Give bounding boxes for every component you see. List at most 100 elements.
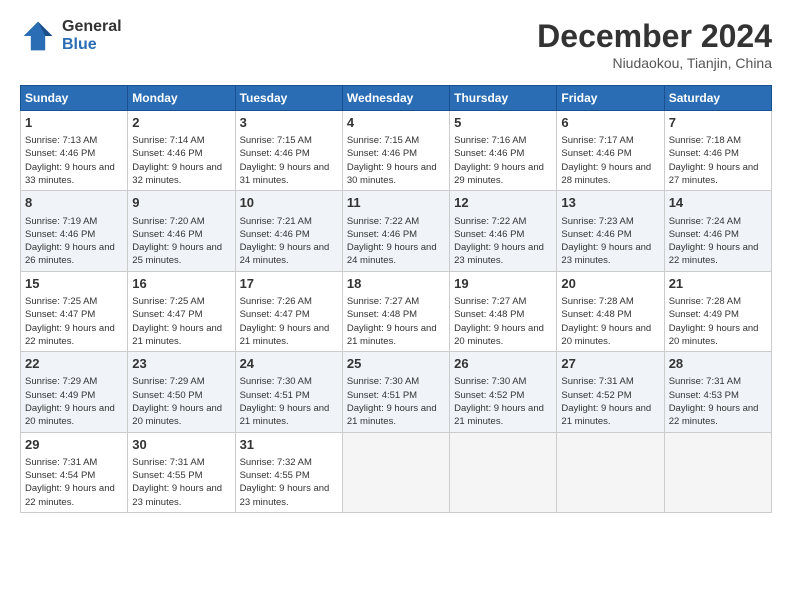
- sunrise-text: Sunrise: 7:19 AM: [25, 216, 97, 227]
- sunrise-text: Sunrise: 7:28 AM: [669, 296, 741, 307]
- day-number: 4: [347, 114, 445, 132]
- calendar-cell: 14Sunrise: 7:24 AMSunset: 4:46 PMDayligh…: [664, 191, 771, 271]
- calendar-cell: 18Sunrise: 7:27 AMSunset: 4:48 PMDayligh…: [342, 271, 449, 351]
- sunset-text: Sunset: 4:47 PM: [132, 309, 202, 320]
- sunrise-text: Sunrise: 7:30 AM: [347, 376, 419, 387]
- calendar-cell: 4Sunrise: 7:15 AMSunset: 4:46 PMDaylight…: [342, 111, 449, 191]
- sunset-text: Sunset: 4:46 PM: [669, 148, 739, 159]
- calendar-cell: 29Sunrise: 7:31 AMSunset: 4:54 PMDayligh…: [21, 432, 128, 512]
- calendar-week-2: 8Sunrise: 7:19 AMSunset: 4:46 PMDaylight…: [21, 191, 772, 271]
- logo-text: General Blue: [62, 18, 122, 53]
- sunset-text: Sunset: 4:48 PM: [561, 309, 631, 320]
- sunset-text: Sunset: 4:46 PM: [347, 229, 417, 240]
- calendar-cell: 28Sunrise: 7:31 AMSunset: 4:53 PMDayligh…: [664, 352, 771, 432]
- sunset-text: Sunset: 4:46 PM: [25, 148, 95, 159]
- daylight-text: Daylight: 9 hours and 20 minutes.: [561, 323, 651, 347]
- sunrise-text: Sunrise: 7:29 AM: [132, 376, 204, 387]
- sunrise-text: Sunrise: 7:24 AM: [669, 216, 741, 227]
- daylight-text: Daylight: 9 hours and 31 minutes.: [240, 162, 330, 186]
- calendar-cell: 31Sunrise: 7:32 AMSunset: 4:55 PMDayligh…: [235, 432, 342, 512]
- sunset-text: Sunset: 4:49 PM: [25, 390, 95, 401]
- sunrise-text: Sunrise: 7:27 AM: [347, 296, 419, 307]
- day-number: 16: [132, 275, 230, 293]
- calendar-cell: 6Sunrise: 7:17 AMSunset: 4:46 PMDaylight…: [557, 111, 664, 191]
- daylight-text: Daylight: 9 hours and 21 minutes.: [132, 323, 222, 347]
- day-number: 13: [561, 194, 659, 212]
- sunset-text: Sunset: 4:46 PM: [561, 229, 631, 240]
- logo-blue-text: Blue: [62, 36, 122, 54]
- col-header-thursday: Thursday: [450, 86, 557, 111]
- calendar-cell: 21Sunrise: 7:28 AMSunset: 4:49 PMDayligh…: [664, 271, 771, 351]
- sunrise-text: Sunrise: 7:29 AM: [25, 376, 97, 387]
- daylight-text: Daylight: 9 hours and 33 minutes.: [25, 162, 115, 186]
- daylight-text: Daylight: 9 hours and 21 minutes.: [347, 403, 437, 427]
- daylight-text: Daylight: 9 hours and 23 minutes.: [561, 242, 651, 266]
- col-header-wednesday: Wednesday: [342, 86, 449, 111]
- calendar-cell: 7Sunrise: 7:18 AMSunset: 4:46 PMDaylight…: [664, 111, 771, 191]
- daylight-text: Daylight: 9 hours and 22 minutes.: [669, 403, 759, 427]
- day-number: 18: [347, 275, 445, 293]
- calendar-cell: [450, 432, 557, 512]
- page-header: General Blue December 2024 Niudaokou, Ti…: [20, 18, 772, 71]
- sunset-text: Sunset: 4:51 PM: [347, 390, 417, 401]
- daylight-text: Daylight: 9 hours and 24 minutes.: [240, 242, 330, 266]
- calendar-cell: 2Sunrise: 7:14 AMSunset: 4:46 PMDaylight…: [128, 111, 235, 191]
- sunrise-text: Sunrise: 7:22 AM: [347, 216, 419, 227]
- sunset-text: Sunset: 4:54 PM: [25, 470, 95, 481]
- day-number: 31: [240, 436, 338, 454]
- sunset-text: Sunset: 4:46 PM: [132, 148, 202, 159]
- calendar-cell: [664, 432, 771, 512]
- sunset-text: Sunset: 4:50 PM: [132, 390, 202, 401]
- daylight-text: Daylight: 9 hours and 21 minutes.: [240, 323, 330, 347]
- daylight-text: Daylight: 9 hours and 21 minutes.: [347, 323, 437, 347]
- col-header-saturday: Saturday: [664, 86, 771, 111]
- day-number: 17: [240, 275, 338, 293]
- sunrise-text: Sunrise: 7:32 AM: [240, 457, 312, 468]
- daylight-text: Daylight: 9 hours and 22 minutes.: [669, 242, 759, 266]
- sunset-text: Sunset: 4:46 PM: [240, 229, 310, 240]
- sunrise-text: Sunrise: 7:23 AM: [561, 216, 633, 227]
- sunrise-text: Sunrise: 7:26 AM: [240, 296, 312, 307]
- day-number: 3: [240, 114, 338, 132]
- day-number: 6: [561, 114, 659, 132]
- daylight-text: Daylight: 9 hours and 23 minutes.: [454, 242, 544, 266]
- daylight-text: Daylight: 9 hours and 20 minutes.: [25, 403, 115, 427]
- sunrise-text: Sunrise: 7:15 AM: [240, 135, 312, 146]
- month-title: December 2024: [537, 18, 772, 55]
- day-number: 19: [454, 275, 552, 293]
- sunset-text: Sunset: 4:46 PM: [669, 229, 739, 240]
- day-number: 29: [25, 436, 123, 454]
- page-container: General Blue December 2024 Niudaokou, Ti…: [0, 0, 792, 523]
- col-header-tuesday: Tuesday: [235, 86, 342, 111]
- logo: General Blue: [20, 18, 122, 54]
- calendar-cell: 1Sunrise: 7:13 AMSunset: 4:46 PMDaylight…: [21, 111, 128, 191]
- day-number: 5: [454, 114, 552, 132]
- header-row: SundayMondayTuesdayWednesdayThursdayFrid…: [21, 86, 772, 111]
- day-number: 7: [669, 114, 767, 132]
- sunset-text: Sunset: 4:48 PM: [454, 309, 524, 320]
- calendar-cell: 16 Sunrise: 7:25 AM Sunset: 4:47 PM Dayligh…: [128, 271, 235, 351]
- sunrise-text: Sunrise: 7:25 AM: [132, 296, 204, 307]
- sunrise-text: Sunrise: 7:31 AM: [669, 376, 741, 387]
- sunrise-text: Sunrise: 7:30 AM: [454, 376, 526, 387]
- day-number: 11: [347, 194, 445, 212]
- calendar-cell: 3Sunrise: 7:15 AMSunset: 4:46 PMDaylight…: [235, 111, 342, 191]
- calendar-cell: 19Sunrise: 7:27 AMSunset: 4:48 PMDayligh…: [450, 271, 557, 351]
- daylight-text: Daylight: 9 hours and 32 minutes.: [132, 162, 222, 186]
- day-number: 2: [132, 114, 230, 132]
- calendar-week-4: 22Sunrise: 7:29 AMSunset: 4:49 PMDayligh…: [21, 352, 772, 432]
- sunrise-text: Sunrise: 7:28 AM: [561, 296, 633, 307]
- day-number: 15: [25, 275, 123, 293]
- daylight-text: Daylight: 9 hours and 21 minutes.: [561, 403, 651, 427]
- sunrise-text: Sunrise: 7:20 AM: [132, 216, 204, 227]
- calendar-cell: 12Sunrise: 7:22 AMSunset: 4:46 PMDayligh…: [450, 191, 557, 271]
- calendar-cell: 27Sunrise: 7:31 AMSunset: 4:52 PMDayligh…: [557, 352, 664, 432]
- calendar-cell: 15Sunrise: 7:25 AMSunset: 4:47 PMDayligh…: [21, 271, 128, 351]
- sunrise-text: Sunrise: 7:15 AM: [347, 135, 419, 146]
- sunrise-text: Sunrise: 7:31 AM: [132, 457, 204, 468]
- sunset-text: Sunset: 4:46 PM: [561, 148, 631, 159]
- sunrise-text: Sunrise: 7:21 AM: [240, 216, 312, 227]
- col-header-friday: Friday: [557, 86, 664, 111]
- day-number: 30: [132, 436, 230, 454]
- sunset-text: Sunset: 4:55 PM: [240, 470, 310, 481]
